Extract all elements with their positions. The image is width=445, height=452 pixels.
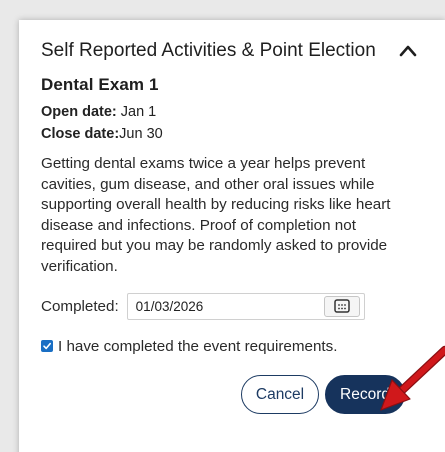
action-buttons: Cancel Record: [241, 375, 405, 414]
calendar-button[interactable]: [323, 295, 360, 317]
chevron-up-icon[interactable]: [399, 44, 417, 58]
completed-label: Completed:: [41, 297, 119, 315]
open-date-row: Open date: Jan 1: [41, 104, 445, 120]
activity-card: Self Reported Activities & Point Electio…: [19, 20, 445, 452]
close-date-label: Close date:: [41, 126, 120, 142]
open-date-value: Jan 1: [120, 104, 157, 120]
completed-row: Completed:: [41, 292, 445, 320]
record-button[interactable]: Record: [325, 375, 405, 414]
section-title: Self Reported Activities & Point Electio…: [41, 40, 376, 61]
attest-row: I have completed the event requirements.: [41, 338, 445, 355]
open-date-label: Open date:: [41, 104, 117, 120]
attest-label: I have completed the event requirements.: [58, 337, 338, 355]
completed-date-input[interactable]: [127, 297, 318, 315]
activity-description: Getting dental exams twice a year helps …: [41, 155, 391, 275]
screenshot-stage: Self Reported Activities & Point Electio…: [0, 0, 445, 452]
section-header[interactable]: Self Reported Activities & Point Electio…: [41, 40, 417, 62]
cancel-button[interactable]: Cancel: [241, 375, 319, 414]
calendar-icon: [333, 299, 350, 313]
checkmark-icon: [43, 342, 51, 350]
attest-checkbox[interactable]: [41, 340, 53, 353]
activity-title: Dental Exam 1: [41, 75, 159, 94]
close-date-value: Jun 30: [119, 126, 163, 142]
close-date-row: Close date:Jun 30: [41, 126, 445, 142]
completed-date-field: [126, 292, 365, 320]
